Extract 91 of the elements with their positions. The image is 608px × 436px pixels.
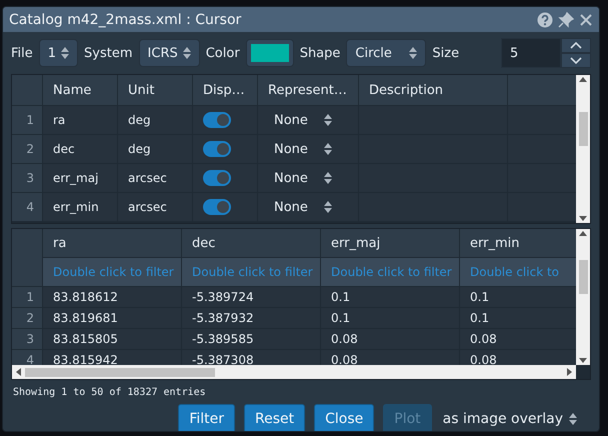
window-title: Catalog m42_2mass.xml : Cursor bbox=[9, 12, 242, 28]
column-header[interactable]: ra bbox=[43, 229, 181, 257]
shape-select[interactable]: Circle bbox=[346, 39, 426, 67]
arrow-right-icon[interactable] bbox=[567, 368, 572, 376]
table-cell: -5.389724 bbox=[182, 287, 320, 307]
chevron-down-icon bbox=[570, 57, 582, 64]
column-header[interactable]: Unit bbox=[118, 75, 192, 105]
column-header[interactable]: err_min bbox=[460, 229, 576, 257]
toggle-switch[interactable] bbox=[203, 199, 231, 215]
up-down-arrows-icon bbox=[182, 47, 191, 59]
row-number: 4 bbox=[12, 350, 42, 365]
table-cell: 83.815942 bbox=[43, 350, 181, 365]
header-cell bbox=[508, 75, 576, 105]
up-down-arrows-icon bbox=[324, 114, 332, 126]
table-cell: 0.08 bbox=[460, 350, 576, 365]
table-cell: 0.08 bbox=[321, 329, 459, 349]
size-field[interactable]: 5 bbox=[501, 38, 561, 68]
table-cell: 0.1 bbox=[460, 308, 576, 328]
table-cell: 83.818612 bbox=[43, 287, 181, 307]
up-down-arrows-icon bbox=[61, 47, 70, 59]
vertical-scrollbar[interactable] bbox=[576, 229, 590, 365]
row-number: 2 bbox=[12, 308, 42, 328]
up-down-arrows-icon bbox=[569, 413, 577, 425]
table-cell: 0.1 bbox=[321, 287, 459, 307]
table-cell: deg bbox=[118, 135, 192, 163]
action-button[interactable]: Filter bbox=[178, 404, 235, 431]
action-button[interactable]: Close bbox=[314, 404, 374, 431]
toggle-switch[interactable] bbox=[203, 170, 231, 186]
toggle-switch[interactable] bbox=[203, 112, 231, 128]
table-cell: -5.389585 bbox=[182, 329, 320, 349]
table-cell: deg bbox=[118, 106, 192, 134]
column-header[interactable]: Disp… bbox=[193, 75, 257, 105]
table-cell: ra bbox=[43, 106, 117, 134]
field-label: Color bbox=[206, 46, 240, 60]
arrow-down-icon[interactable] bbox=[579, 216, 587, 221]
action-button[interactable]: Reset bbox=[244, 404, 306, 431]
arrow-left-icon[interactable] bbox=[16, 368, 21, 376]
table-cell: -5.387932 bbox=[182, 308, 320, 328]
arrow-up-icon[interactable] bbox=[579, 77, 587, 82]
table-cell: 0.08 bbox=[460, 329, 576, 349]
table-cell: 0.1 bbox=[460, 287, 576, 307]
scrollbar-thumb[interactable] bbox=[25, 368, 215, 376]
table-cell: 83.819681 bbox=[43, 308, 181, 328]
header-cell bbox=[12, 75, 42, 105]
table-cell: 0.1 bbox=[321, 308, 459, 328]
up-down-arrows-icon bbox=[409, 47, 418, 59]
column-header[interactable]: Name bbox=[43, 75, 117, 105]
table-cell: 83.815805 bbox=[43, 329, 181, 349]
table-cell: arcsec bbox=[118, 193, 192, 221]
column-header[interactable]: dec bbox=[182, 229, 320, 257]
column-header[interactable]: err_maj bbox=[321, 229, 459, 257]
chevron-up-icon bbox=[570, 42, 582, 49]
help-icon[interactable] bbox=[537, 12, 553, 28]
scrollbar-thumb[interactable] bbox=[578, 260, 588, 294]
decrement-button[interactable] bbox=[561, 53, 591, 68]
system-select[interactable]: ICRS bbox=[138, 39, 200, 67]
row-number: 1 bbox=[12, 106, 42, 134]
column-header[interactable]: Description bbox=[359, 75, 507, 105]
scrollbar-thumb[interactable] bbox=[578, 112, 588, 146]
toggle-switch[interactable] bbox=[203, 141, 231, 157]
up-down-arrows-icon bbox=[324, 172, 332, 184]
vertical-scrollbar[interactable] bbox=[576, 75, 590, 223]
up-down-arrows-icon bbox=[324, 201, 332, 213]
column-header[interactable]: Represent… bbox=[258, 75, 358, 105]
horizontal-scrollbar[interactable] bbox=[12, 365, 576, 379]
header-cell bbox=[12, 229, 42, 286]
table-cell: err_min bbox=[43, 193, 117, 221]
increment-button[interactable] bbox=[561, 38, 591, 53]
status-text: Showing 1 to 50 of 18327 entries bbox=[13, 387, 206, 398]
row-number: 3 bbox=[12, 164, 42, 192]
pin-icon[interactable] bbox=[558, 12, 574, 28]
field-label: Shape bbox=[300, 46, 340, 60]
row-number: 1 bbox=[12, 287, 42, 307]
row-number: 4 bbox=[12, 193, 42, 221]
table-cell: err_maj bbox=[43, 164, 117, 192]
arrow-up-icon[interactable] bbox=[579, 231, 587, 236]
color-swatch[interactable] bbox=[246, 39, 294, 67]
file-select[interactable]: 1 bbox=[38, 39, 78, 67]
row-number: 3 bbox=[12, 329, 42, 349]
row-number: 2 bbox=[12, 135, 42, 163]
field-label: System bbox=[84, 46, 133, 60]
close-icon[interactable] bbox=[579, 12, 593, 26]
field-label: File bbox=[11, 46, 33, 60]
table-cell: -5.387308 bbox=[182, 350, 320, 365]
plot-mode-select[interactable]: as image overlay bbox=[440, 404, 577, 431]
table-cell: 0.08 bbox=[321, 350, 459, 365]
field-label: Size bbox=[432, 46, 460, 60]
up-down-arrows-icon bbox=[324, 143, 332, 155]
table-cell: dec bbox=[43, 135, 117, 163]
arrow-down-icon[interactable] bbox=[579, 358, 587, 363]
table-cell: arcsec bbox=[118, 164, 192, 192]
